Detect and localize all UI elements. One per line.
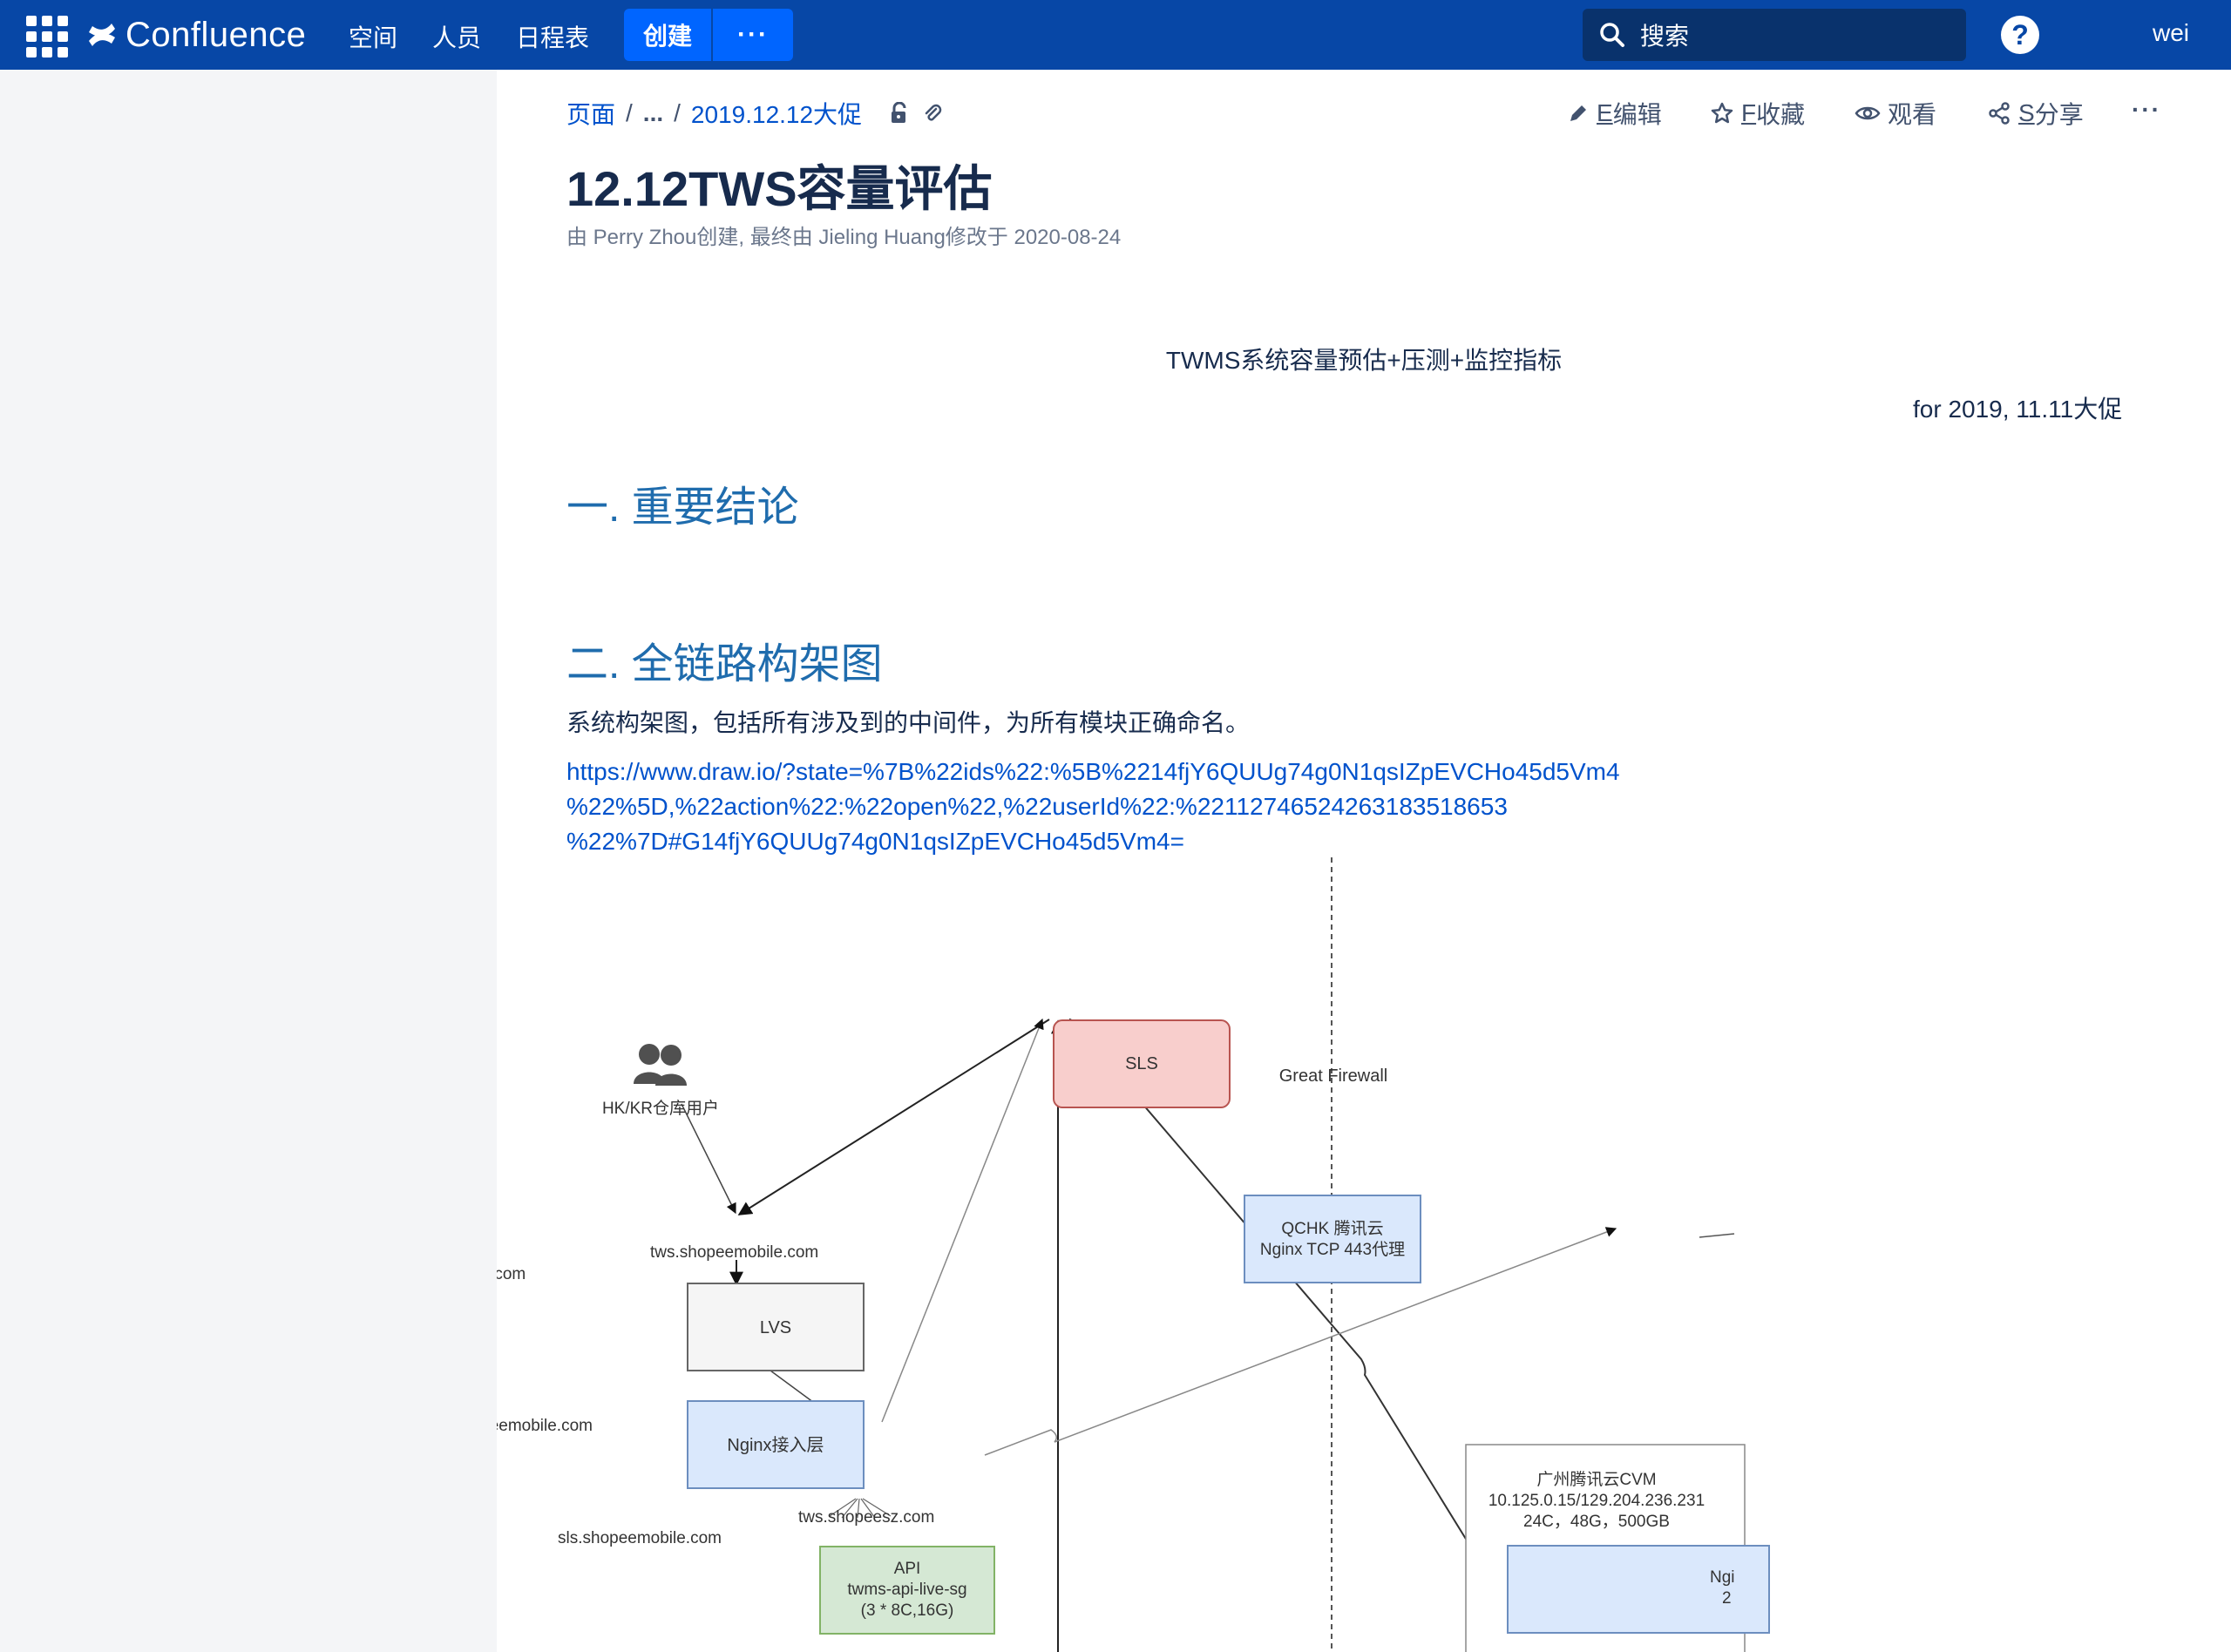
search-placeholder: 搜索 <box>1640 23 1690 50</box>
nav-calendar[interactable]: 日程表 <box>516 19 589 54</box>
edge-label-api-sls: sls.shopeemobile.com <box>497 1417 593 1435</box>
sls-label: SLS <box>1125 1054 1158 1073</box>
create-button-group: 创建 ··· <box>624 9 793 61</box>
nav-spaces[interactable]: 空间 <box>349 19 397 54</box>
nav-people[interactable]: 人员 <box>432 19 481 54</box>
cvm-inner-label-2: 2 <box>1722 1589 1732 1608</box>
confluence-logo[interactable]: Confluence <box>87 12 306 58</box>
great-firewall-label: Great Firewall <box>1279 1066 1387 1086</box>
users-label: HK/KR仓库用户 <box>602 1099 719 1118</box>
cvm-inner-label-1: Ngi <box>1710 1568 1735 1587</box>
api-label-3: (3 * 8C,16G) <box>861 1601 954 1620</box>
create-button[interactable]: 创建 <box>624 9 711 61</box>
sidebar <box>0 70 497 1652</box>
edge-qchk-out <box>1699 1233 1735 1238</box>
confluence-logo-icon <box>89 24 115 46</box>
users-icon <box>634 1044 687 1086</box>
edge-label-sls-lvs: tws.shopeemobile.com <box>497 1265 526 1283</box>
api-label-1: API <box>894 1560 921 1578</box>
nginx-label: Nginx接入层 <box>727 1435 824 1455</box>
cvm-label-3: 24C，48G，500GB <box>1523 1513 1670 1531</box>
edge-label-api-qchk: tws.shopeesz.com <box>798 1508 934 1527</box>
lvs-label: LVS <box>760 1318 791 1337</box>
brand-name: Confluence <box>125 15 307 54</box>
cvm-label-1: 广州腾讯云CVM <box>1536 1470 1656 1489</box>
cvm-label-2: 10.125.0.15/129.204.236.231 <box>1488 1492 1705 1510</box>
page-content: 页面 / ... / 2019.12.12大促 E 编辑 F 收藏 观看 S 分… <box>497 70 2231 1652</box>
help-icon[interactable]: ? <box>2001 16 2039 54</box>
edge-users-lvs <box>681 1103 736 1215</box>
edge-label-users-lvs-text: tws.shopeemobile.com <box>650 1243 818 1262</box>
user-menu[interactable]: wei <box>2153 19 2189 47</box>
create-more-button[interactable]: ··· <box>713 9 793 61</box>
api-label-2: twms-api-live-sg <box>847 1581 966 1599</box>
edge-label-vertical-sls: sls.shopeemobile.com <box>558 1529 722 1547</box>
qchk-label-2: Nginx TCP 443代理 <box>1260 1240 1405 1259</box>
app-switcher-icon[interactable] <box>23 12 68 58</box>
edge-api-sls <box>881 1018 1044 1423</box>
architecture-diagram: Great Firewall HK/KR仓库用户 SLS LVS Nginx接入… <box>497 857 1770 1652</box>
search-icon <box>1600 23 1624 47</box>
qchk-label-1: QCHK 腾讯云 <box>1281 1219 1383 1238</box>
search-box[interactable]: 搜索 <box>1583 9 1966 61</box>
top-navigation: Confluence 空间 人员 日程表 创建 ··· 搜索 ? wei <box>0 0 2231 70</box>
qchk-box <box>1244 1195 1421 1283</box>
